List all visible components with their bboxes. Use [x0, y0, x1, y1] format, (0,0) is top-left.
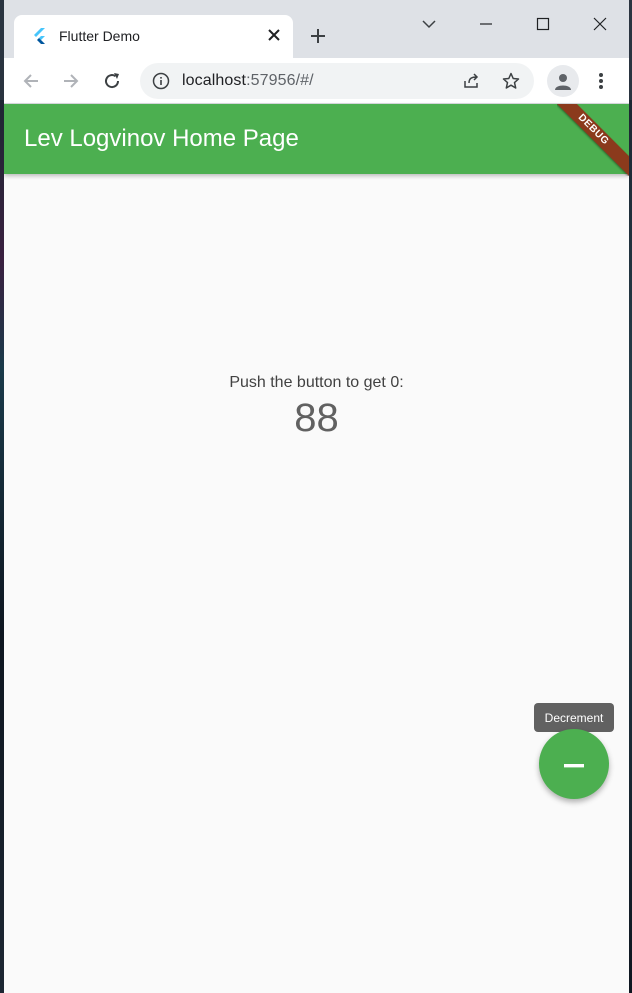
counter-message: Push the button to get 0:	[229, 374, 404, 391]
close-window-icon[interactable]	[577, 10, 623, 38]
url-path: :57956/#/	[246, 72, 314, 89]
close-tab-icon[interactable]	[264, 25, 284, 45]
browser-toolbar: localhost:57956/#/	[4, 58, 629, 104]
url-host: localhost	[182, 72, 247, 89]
bookmark-star-icon[interactable]	[498, 68, 524, 94]
url-text: localhost:57956/#/	[182, 72, 314, 90]
share-icon[interactable]	[458, 68, 484, 94]
debug-banner-wrap: DEBUG	[557, 104, 629, 176]
app-body	[4, 174, 629, 993]
tab-strip: Flutter Demo	[4, 0, 629, 58]
tab-search-chevron-down-icon[interactable]	[406, 10, 452, 38]
browser-window: Flutter Demo localhost:57956/#/ Lev Logv…	[4, 0, 629, 993]
new-tab-icon[interactable]	[307, 25, 329, 47]
remove-icon	[564, 755, 584, 773]
site-info-icon[interactable]	[152, 72, 170, 90]
profile-avatar-icon[interactable]	[547, 65, 579, 97]
reload-icon[interactable]	[96, 65, 128, 97]
maximize-icon[interactable]	[520, 10, 566, 38]
address-bar[interactable]: localhost:57956/#/	[140, 63, 534, 99]
counter-value: 88	[294, 396, 339, 440]
minimize-icon[interactable]	[463, 10, 509, 38]
fab-tooltip: Decrement	[534, 703, 614, 732]
page-title: Lev Logvinov Home Page	[24, 125, 299, 152]
more-menu-icon[interactable]	[585, 65, 617, 97]
tab-title: Flutter Demo	[59, 28, 140, 44]
debug-banner: DEBUG	[557, 104, 629, 176]
back-arrow-icon[interactable]	[15, 65, 47, 97]
tab-flutter-demo[interactable]: Flutter Demo	[14, 15, 293, 58]
forward-arrow-icon[interactable]	[55, 65, 87, 97]
app-bar: Lev Logvinov Home Page	[4, 104, 629, 174]
decrement-button[interactable]	[539, 729, 609, 799]
flutter-logo-icon	[32, 28, 48, 44]
